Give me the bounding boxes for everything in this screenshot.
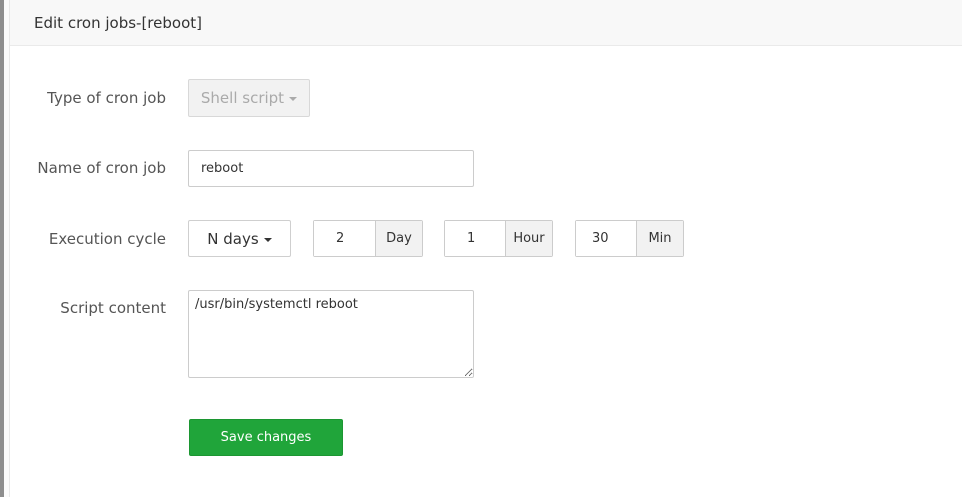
dialog-title: Edit cron jobs-[reboot] [34, 13, 202, 32]
edit-cron-dialog: Edit cron jobs-[reboot] Type of cron job… [10, 0, 962, 497]
period-select[interactable]: N days [188, 220, 291, 257]
background-scroll-edge [0, 0, 4, 497]
save-changes-button[interactable]: Save changes [189, 419, 343, 456]
type-label: Type of cron job [47, 89, 166, 107]
days-unit-addon: Day [375, 221, 422, 256]
cycle-label: Execution cycle [48, 230, 166, 248]
minute-unit-addon: Min [636, 221, 683, 256]
days-input[interactable] [314, 221, 375, 256]
script-textarea[interactable]: /usr/bin/systemctl reboot [188, 290, 474, 378]
dialog-header: Edit cron jobs-[reboot] [10, 0, 962, 46]
script-label: Script content [60, 299, 166, 317]
name-input[interactable] [188, 150, 474, 187]
hour-input[interactable] [445, 221, 505, 256]
period-select-value: N days [207, 229, 259, 248]
days-input-group: Day [313, 220, 423, 257]
name-label: Name of cron job [37, 159, 166, 177]
chevron-down-icon [289, 97, 298, 101]
type-select: Shell script [188, 79, 310, 117]
type-select-value: Shell script [200, 89, 285, 107]
hour-unit-addon: Hour [505, 221, 552, 256]
minute-input-group: Min [575, 220, 684, 257]
chevron-down-icon [263, 237, 272, 242]
hour-input-group: Hour [444, 220, 553, 257]
minute-input[interactable] [576, 221, 636, 256]
